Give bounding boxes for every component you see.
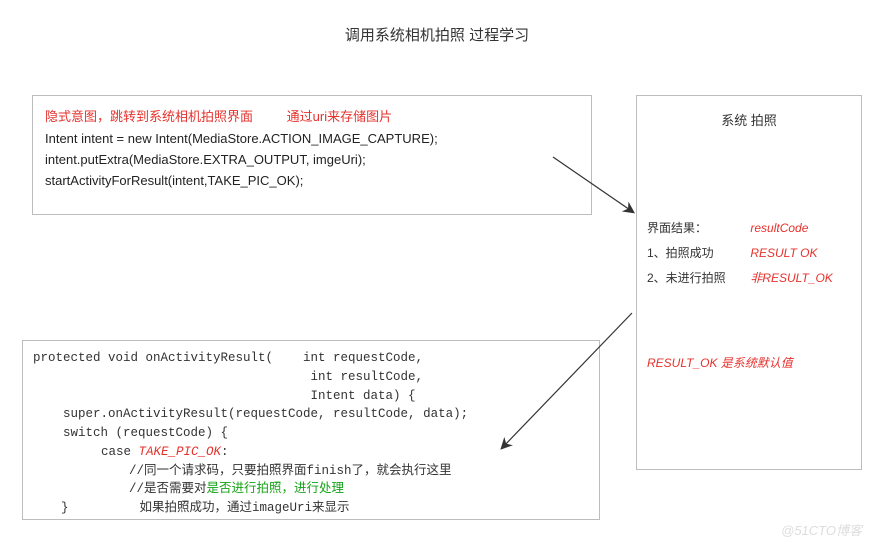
watermark: @51CTO博客 [781, 520, 862, 539]
arrow-to-camera-icon [548, 152, 678, 232]
result-code: resultCode [750, 221, 808, 235]
case-value: TAKE_PIC_OK [139, 445, 222, 459]
arrow-to-result-icon [492, 308, 672, 458]
result-1-value: RESULT OK [750, 246, 817, 260]
intent-note-left: 隐式意图，跳转到系统相机拍照界面 [45, 109, 253, 124]
case-keyword: case [101, 445, 139, 459]
system-camera-title: 系统 拍照 [647, 110, 851, 129]
close-and-comment: } 如果拍照成功，通过imageUri来显示 [33, 499, 589, 518]
intent-code-box: 隐式意图，跳转到系统相机拍照界面 通过uri来存储图片 Intent inten… [32, 95, 592, 215]
code-line-3: startActivityForResult(intent,TAKE_PIC_O… [45, 173, 579, 188]
comment-1: //同一个请求码，只要拍照界面finish了，就会执行这里 [33, 462, 589, 481]
case-colon: : [221, 445, 229, 459]
diagram-title: 调用系统相机拍照 过程学习 [0, 24, 874, 45]
comment-2: //是否需要对是否进行拍照，进行处理 [33, 480, 589, 499]
code-line-2: intent.putExtra(MediaStore.EXTRA_OUTPUT,… [45, 152, 579, 167]
result-2-label: 2、未进行拍照 [647, 269, 747, 286]
intent-note-right: 通过uri来存储图片 [287, 109, 392, 124]
comment-2b: 是否进行拍照，进行处理 [207, 482, 345, 496]
code-line-1: Intent intent = new Intent(MediaStore.AC… [45, 131, 579, 146]
result-1-label: 1、拍照成功 [647, 244, 747, 261]
comment-2a: //是否需要对 [129, 482, 207, 496]
result-2-value: 非RESULT_OK [750, 271, 832, 285]
comment-3: 如果拍照成功，通过imageUri来显示 [140, 501, 350, 515]
close-brace: } [61, 501, 69, 515]
result-ok-note: RESULT_OK 是系统默认值 [647, 354, 851, 371]
